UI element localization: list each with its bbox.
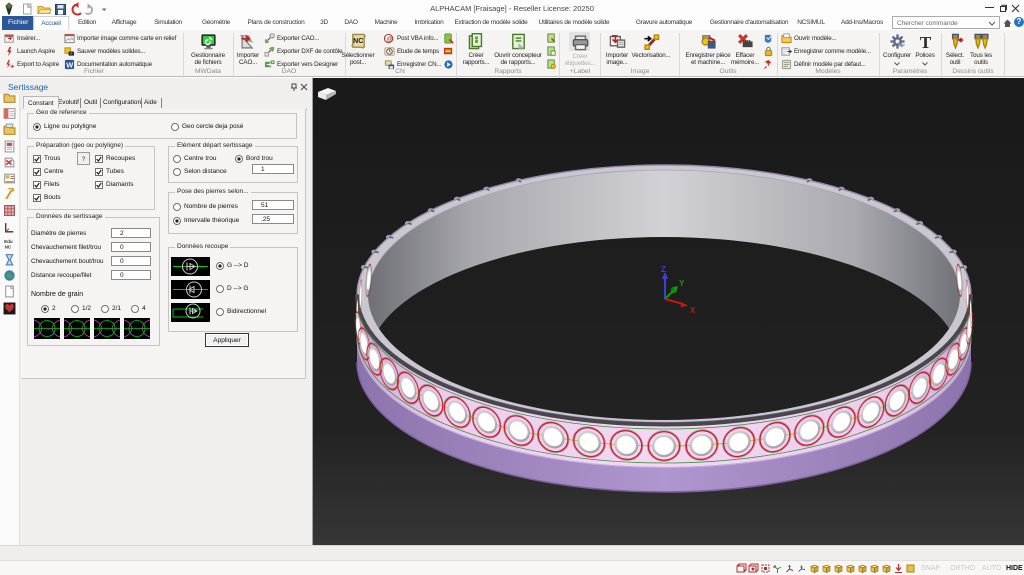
svg-text:W: W (66, 60, 73, 69)
svg-text:Y: Y (679, 279, 685, 288)
svg-text:T: T (920, 33, 932, 50)
svg-text:NC: NC (353, 37, 363, 45)
svg-text:Z: Z (661, 265, 666, 274)
svg-text:X: X (690, 306, 696, 315)
svg-text:@: @ (387, 37, 393, 43)
svg-text:NC: NC (5, 244, 12, 249)
svg-text:Edu: Edu (4, 239, 13, 244)
